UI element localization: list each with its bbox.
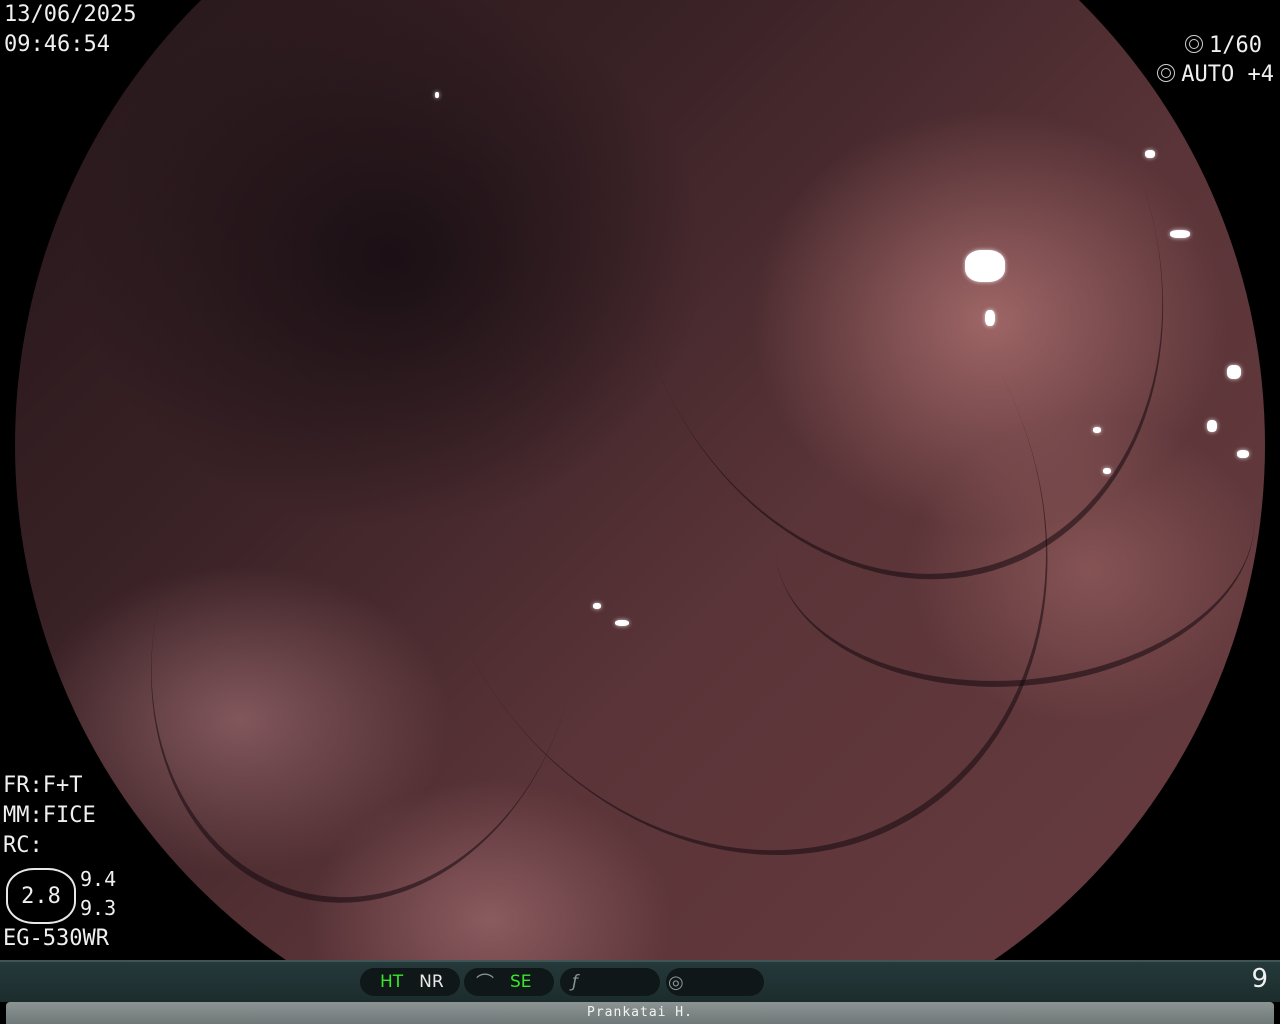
ht-indicator: HT [380, 972, 404, 992]
ht-nr-indicator: HT NR [360, 968, 460, 996]
fr-readout: FR:F+T [3, 773, 83, 798]
specular-highlight [1103, 468, 1111, 474]
gauge-icon: 2.8 [6, 868, 76, 924]
gauge-side-top: 9.4 [80, 867, 117, 891]
specular-highlight [1237, 450, 1249, 458]
function-icon: ƒ [572, 972, 578, 992]
shutter-icon [1185, 35, 1204, 53]
specular-highlight [985, 310, 995, 326]
specular-highlight [1207, 420, 1217, 432]
date-readout: 13/06/2025 [4, 2, 137, 27]
specular-highlight [593, 603, 601, 609]
iris-icon [1157, 64, 1176, 82]
endoscope-viewport: 13/06/2025 09:46:54 1/60 AUTO +4 FR:F+T … [0, 0, 1280, 960]
specular-highlight [615, 620, 629, 626]
specular-highlight [1093, 427, 1101, 433]
shutter-value: 1/60 [1209, 33, 1262, 58]
patient-name: Prankatai H. [587, 1005, 693, 1020]
time-readout: 09:46:54 [4, 32, 110, 57]
function-indicator-group: ƒ [560, 968, 660, 996]
se-indicator: SE [510, 972, 532, 992]
specular-highlight [1170, 230, 1190, 238]
specular-highlight [965, 250, 1005, 282]
nr-indicator: NR [419, 972, 444, 992]
page-number: 9 [1251, 964, 1268, 994]
gauge-side-bottom: 9.3 [80, 896, 117, 920]
shutter-readout: 1/60 [1185, 31, 1262, 61]
iris-value: AUTO +4 [1181, 62, 1274, 87]
gauge-value: 2.8 [21, 883, 61, 909]
gauge-indicator-icon: ◎ [668, 971, 684, 993]
specular-highlight [1145, 150, 1155, 158]
gauge-indicator-group: ◎ [666, 968, 764, 996]
iris-readout: AUTO +4 [1157, 60, 1274, 90]
scope-model: EG-530WR [3, 926, 109, 951]
specular-highlight [1227, 365, 1241, 379]
specular-highlight [435, 92, 439, 98]
endoscopic-image [15, 0, 1265, 960]
mm-readout: MM:FICE [3, 803, 96, 828]
se-indicator-group: ⌒ SE [464, 968, 554, 996]
rc-readout: RC: [3, 833, 43, 858]
status-bar: HT NR ⌒ SE ƒ ◎ 9 [0, 960, 1280, 1002]
patient-name-bar: Prankatai H. [6, 1002, 1274, 1024]
curve-icon: ⌒ [476, 973, 494, 994]
